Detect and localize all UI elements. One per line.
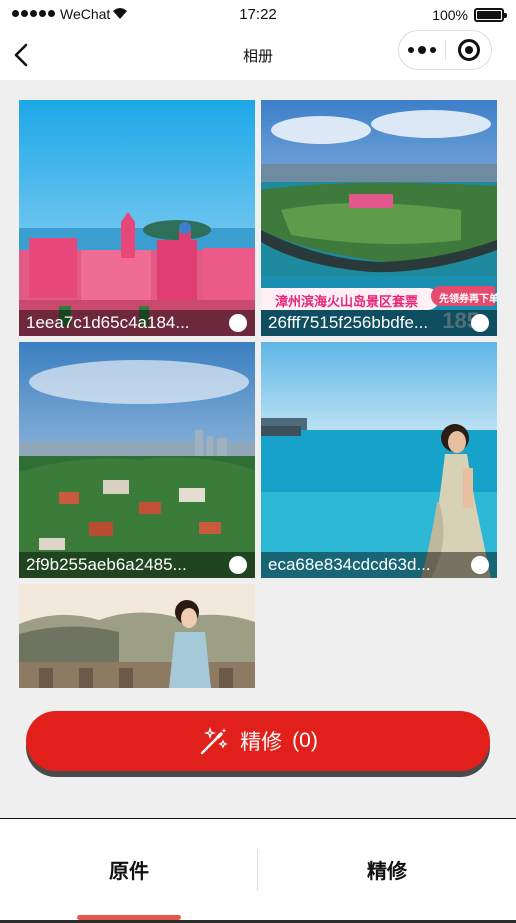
battery-icon bbox=[474, 8, 507, 22]
photo-card[interactable]: 2f9b255aeb6a2485... bbox=[19, 342, 255, 578]
status-bar: WeChat 17:22 100% bbox=[0, 0, 516, 30]
more-dots-icon[interactable] bbox=[399, 31, 445, 69]
select-radio[interactable] bbox=[229, 556, 247, 574]
battery-percent: 100% bbox=[432, 7, 468, 23]
refine-count: (0) bbox=[292, 729, 318, 752]
tab-original[interactable]: 原件 bbox=[0, 819, 258, 919]
photo-caption: 2f9b255aeb6a2485... bbox=[19, 552, 255, 578]
photo-filename: eca68e834cdcd63d... bbox=[268, 555, 431, 574]
tab-refined[interactable]: 精修 bbox=[258, 819, 516, 919]
photo-filename: 1eea7c1d65c4a184... bbox=[26, 313, 190, 332]
photo-filename: 26fff7515f256bbdfe... bbox=[268, 313, 429, 332]
photo-filename: 2f9b255aeb6a2485... bbox=[26, 555, 187, 574]
photo-card[interactable]: eca68e834cdcd63d... bbox=[261, 342, 497, 578]
close-miniprogram-button[interactable] bbox=[446, 31, 491, 69]
bottom-tab-bar: 原件 精修 bbox=[0, 818, 516, 923]
photo-caption: 26fff7515f256bbdfe... bbox=[261, 310, 497, 336]
promo-badge: 先领券再下单 bbox=[431, 286, 497, 306]
photo-gulangyu-city bbox=[19, 342, 255, 578]
photo-card[interactable]: 1eea7c1d65c4a184... bbox=[19, 100, 255, 336]
select-radio[interactable] bbox=[471, 314, 489, 332]
nav-bar: 相册 bbox=[0, 30, 516, 80]
menu-capsule bbox=[398, 30, 492, 70]
promo-title: 漳州滨海火山岛景区套票 bbox=[261, 288, 439, 310]
select-radio[interactable] bbox=[471, 556, 489, 574]
magic-wand-icon bbox=[200, 726, 228, 755]
photo-woman-sea bbox=[261, 342, 497, 578]
photo-pink-castle bbox=[19, 100, 255, 336]
photo-card[interactable]: 漳州滨海火山岛景区套票 先领券再下单 185 26fff7515f256bbdf… bbox=[261, 100, 497, 336]
refine-button[interactable]: 精修 (0) bbox=[26, 711, 490, 771]
photo-woman-bridge bbox=[19, 584, 255, 688]
refine-button-label: 精修 bbox=[240, 731, 283, 754]
target-circle-icon bbox=[457, 39, 480, 61]
photo-caption: eca68e834cdcd63d... bbox=[261, 552, 497, 578]
photo-caption: 1eea7c1d65c4a184... bbox=[19, 310, 255, 336]
photo-card[interactable] bbox=[19, 584, 255, 688]
select-radio[interactable] bbox=[229, 314, 247, 332]
